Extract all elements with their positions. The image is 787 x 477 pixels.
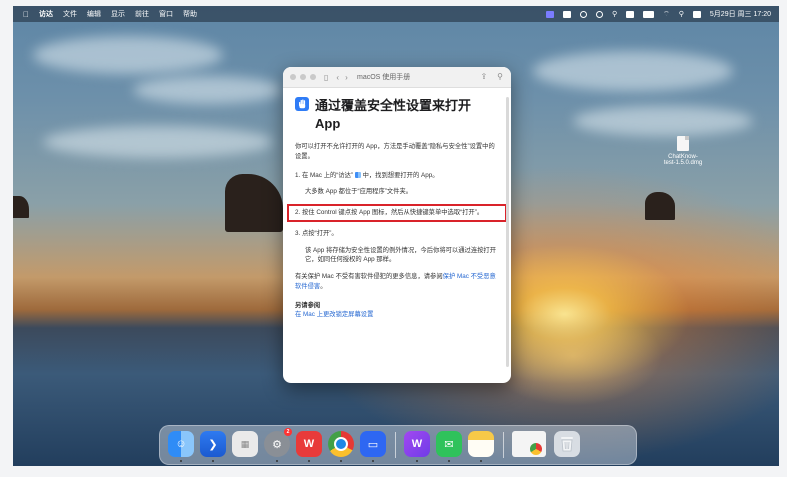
sea-rock [225,174,283,232]
help-content: 通过覆盖安全性设置来打开 App 你可以打开不允许打开的 App，方法是手动覆盖… [283,88,511,320]
scrollbar[interactable] [506,97,509,367]
status-app-icon[interactable] [580,10,588,18]
app-icon[interactable]: W [404,431,430,457]
menu-edit[interactable]: 编辑 [87,9,101,19]
document-icon [677,136,689,151]
traffic-lights [283,74,316,80]
running-indicator [340,460,342,462]
sea-rock [645,192,675,220]
step-1-text-a: 1. 在 Mac 上的“访达” [295,171,354,179]
share-icon[interactable]: ⇪ [480,72,487,81]
status-app-icon[interactable] [596,10,604,18]
running-indicator [180,460,182,462]
wps-office-icon[interactable]: W [296,431,322,457]
wifi-icon[interactable]: ⌔ [663,10,670,19]
back-icon[interactable]: ‹ [336,73,339,82]
running-indicator [276,460,278,462]
menu-finder[interactable]: 访达 [39,9,53,19]
window-titlebar[interactable]: ▯ ‹ › macOS 使用手册 ⇪ ⚲ [283,67,511,88]
highlighted-step-2: 2. 按住 Control 键点按 App 图标，然后从快捷键菜单中选取“打开”… [287,204,507,222]
lock-screen-settings-link[interactable]: 在 Mac 上更改锁定屏幕设置 [295,310,499,320]
trash-icon[interactable] [554,431,580,457]
step-3-note: 该 App 将存储为安全性设置的例外情况，今后你将可以通过连按打开它，如同任何授… [305,246,497,264]
protect-text: 有关保护 Mac 不受有害软件侵犯的更多信息，请参阅 [295,273,443,281]
app-icon[interactable]: ❯ [200,431,226,457]
running-indicator [416,460,418,462]
status-app-icon[interactable] [546,10,555,18]
cloud [43,126,273,158]
protect-end: 。 [320,282,327,290]
running-indicator [308,460,310,462]
step-1-text-b: 中，找到想要打开的 App。 [362,171,439,179]
system-settings-icon[interactable]: ⚙ 2 [264,428,292,457]
step-1-note: 大多数 App 都位于“应用程序”文件夹。 [305,188,413,196]
status-app-icon[interactable] [563,10,572,18]
see-also-title: 另请参阅 [295,301,321,309]
finder-icon[interactable]: ☺ [168,431,194,457]
menubar-clock[interactable]: 5月29日 周三 17:20 [710,9,771,19]
battery-icon[interactable] [643,10,655,18]
page-heading: 通过覆盖安全性设置来打开 App [315,98,472,131]
hand-icon [295,97,309,111]
status-app-icon[interactable] [626,10,635,18]
menu-window[interactable]: 窗口 [159,9,173,19]
help-window: ▯ ‹ › macOS 使用手册 ⇪ ⚲ 通过覆盖安全性设置来打开 App 你可… [283,67,511,383]
control-center-icon[interactable] [692,10,701,18]
desktop-file-dmg[interactable]: ChatKnow- test-1.5.0.dmg [653,136,713,166]
close-button[interactable] [290,74,296,80]
notification-badge: 2 [284,428,292,436]
menu-go[interactable]: 前往 [135,9,149,19]
window-title: macOS 使用手册 [357,74,411,81]
step-1: 1. 在 Mac 上的“访达” 中，找到想要打开的 App。 [295,171,499,181]
notes-icon[interactable] [468,431,494,457]
dock-separator [395,432,396,458]
wechat-icon[interactable]: ✉ [436,431,462,457]
chat-app-icon[interactable]: ▭ [360,431,386,457]
sea-rock [13,196,29,218]
chrome-icon[interactable] [328,431,354,457]
status-app-icon[interactable]: ⚲ [612,10,617,18]
running-indicator [448,460,450,462]
zoom-button[interactable] [310,74,316,80]
desktop:  访达 文件 编辑 显示 前往 窗口 帮助 ⚲ ⌔ ⚲ 5月29日 周三 17… [13,6,779,466]
menu-bar:  访达 文件 编辑 显示 前往 窗口 帮助 ⚲ ⌔ ⚲ 5月29日 周三 17… [13,6,779,22]
cloud [573,106,753,136]
intro-text: 你可以打开不允许打开的 App，方法是手动覆盖“隐私与安全性”设置中的设置。 [295,143,495,160]
cloud [133,76,283,104]
dock: ☺ ❯ ▦ ⚙ 2 W ▭ W ✉ [159,425,637,465]
menu-view[interactable]: 显示 [111,9,125,19]
apple-menu-icon[interactable]:  [23,10,29,19]
file-name-line2: test-1.5.0.dmg [663,160,703,166]
launchpad-icon[interactable]: ▦ [232,431,258,457]
spotlight-search-icon[interactable]: ⚲ [679,10,684,18]
running-indicator [212,460,214,462]
step-3: 3. 点按“打开”。 [295,229,338,237]
forward-icon[interactable]: › [345,73,348,82]
menu-file[interactable]: 文件 [63,9,77,19]
cloud [33,36,223,74]
running-indicator [480,460,482,462]
running-indicator [372,460,374,462]
menu-help[interactable]: 帮助 [183,9,197,19]
downloads-folder-icon[interactable] [512,431,546,457]
dock-separator [503,432,504,458]
minimize-button[interactable] [300,74,306,80]
cloud [533,51,733,91]
protect-paragraph: 有关保护 Mac 不受有害软件侵犯的更多信息，请参阅保护 Mac 不受恶意软件侵… [295,272,499,292]
sidebar-toggle-icon[interactable]: ▯ [324,73,328,82]
search-icon[interactable]: ⚲ [497,72,503,81]
finder-icon [354,171,361,178]
step-2: 2. 按住 Control 键点按 App 图标，然后从快捷键菜单中选取“打开”… [295,209,484,217]
